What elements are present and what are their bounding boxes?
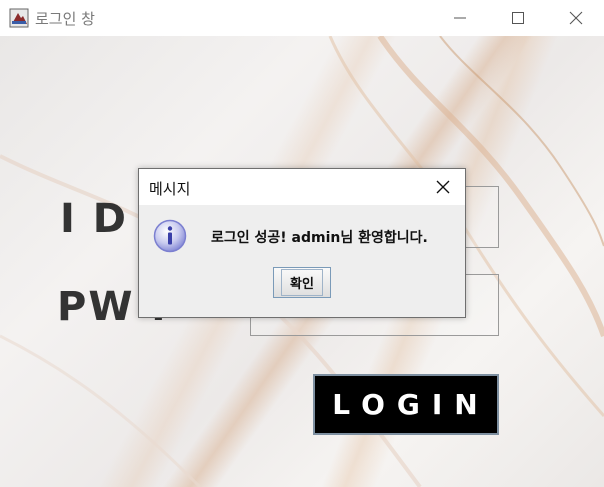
close-icon [436, 180, 450, 194]
maximize-button[interactable] [489, 0, 547, 36]
dialog-message: 로그인 성공! admin님 환영합니다. [211, 230, 428, 246]
id-label: I D [60, 196, 129, 242]
maximize-icon [512, 12, 524, 24]
dialog-titlebar: 메시지 [139, 169, 465, 205]
ok-button-label: 확인 [281, 269, 323, 296]
minimize-button[interactable] [431, 0, 489, 36]
dialog-body: 로그인 성공! admin님 환영합니다. 확인 [139, 205, 465, 317]
message-dialog: 메시지 로그인 성공! admin님 환영합니다. 확인 [138, 168, 466, 318]
window-title: 로그인 창 [35, 10, 95, 28]
close-button[interactable] [547, 0, 604, 36]
window-titlebar: 로그인 창 [0, 0, 604, 36]
info-icon [153, 219, 187, 253]
dialog-title: 메시지 [149, 180, 191, 198]
close-icon [569, 11, 583, 25]
ok-button[interactable]: 확인 [273, 267, 331, 298]
login-button[interactable]: LOGIN [313, 374, 499, 435]
app-icon [9, 8, 29, 28]
minimize-icon [454, 17, 466, 19]
dialog-close-button[interactable] [431, 175, 455, 199]
